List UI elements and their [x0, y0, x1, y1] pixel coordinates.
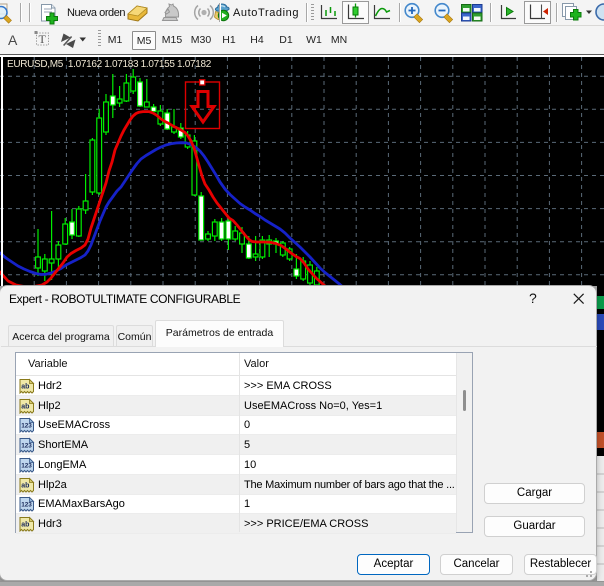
svg-text:ab: ab — [21, 482, 29, 489]
svg-text:ab: ab — [21, 384, 29, 391]
svg-text:T: T — [39, 32, 47, 46]
svg-text:123: 123 — [21, 423, 32, 430]
svg-text:EURUSD,M5 1.07162 1.07183 1.0: EURUSD,M5 1.07162 1.07183 1.07155 1.0718… — [7, 59, 212, 70]
svg-text:123: 123 — [21, 443, 32, 450]
svg-text:A: A — [8, 32, 18, 48]
svg-text:123: 123 — [21, 502, 32, 509]
svg-text:123: 123 — [21, 462, 32, 469]
svg-text:ab: ab — [21, 521, 29, 528]
svg-text:ab: ab — [21, 403, 29, 410]
